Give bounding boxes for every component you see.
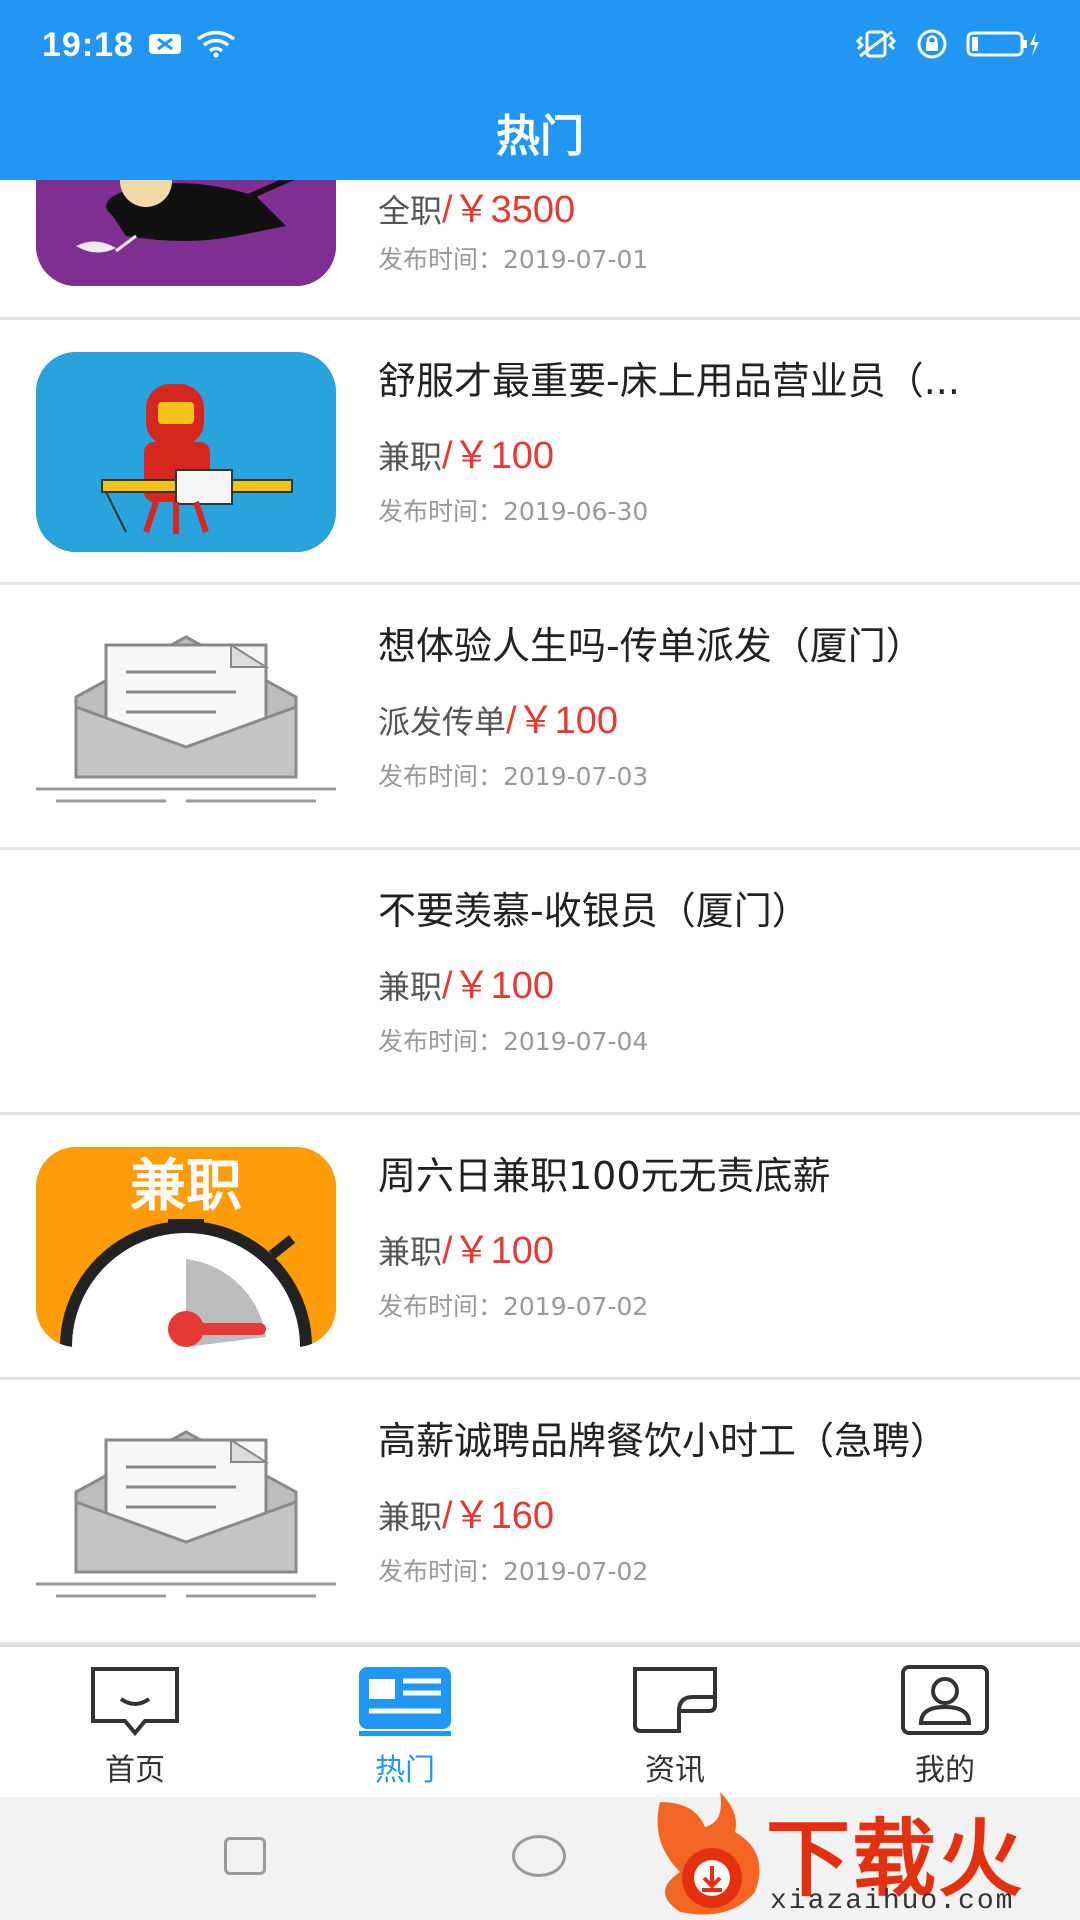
status-bar: 19:18: [0, 0, 1080, 92]
salary-row: 兼职/￥160: [378, 1484, 554, 1539]
job-salary: /￥100: [442, 965, 554, 1007]
info-card-icon: [633, 1667, 717, 1733]
job-publish-time: 发布时间：2019-07-01: [378, 245, 649, 274]
page-title: 热门: [496, 111, 584, 162]
salary-row: 兼职/￥100: [378, 424, 554, 479]
job-thumbnail: [36, 180, 336, 286]
job-title: 舒服才最重要-床上用品营业员（...: [378, 359, 960, 403]
ninja-cartoon-icon: [36, 180, 336, 286]
job-category: 兼职: [378, 968, 443, 1006]
salary-row: 全职/￥3500: [378, 180, 575, 233]
chat-smile-icon: [91, 1667, 179, 1737]
job-title: 想体验人生吗-传单派发（厦门）: [378, 624, 924, 668]
tab-news[interactable]: 资讯: [540, 1647, 810, 1797]
message-notification-icon: [149, 34, 181, 54]
job-salary: /￥160: [442, 1495, 554, 1537]
job-item[interactable]: 高薪诚聘品牌餐饮小时工（急聘） 兼职/￥160 发布时间：2019-07-02: [0, 1380, 1080, 1645]
envelope-letter-icon: [36, 617, 336, 817]
profile-icon: [901, 1665, 989, 1735]
watermark-logo: 下载火 xiazaihuo.com: [640, 1782, 1080, 1920]
job-category: 派发传单: [378, 703, 507, 741]
rotation-lock-icon: [917, 29, 947, 59]
job-publish-time: 发布时间：2019-07-03: [378, 762, 649, 791]
job-publish-time: 发布时间：2019-07-04: [378, 1027, 649, 1056]
salary-row: 兼职/￥100: [378, 954, 554, 1009]
job-list[interactable]: 全职/￥3500 发布时间：2019-07-01 舒服才最重要-床上用品营业员（…: [0, 180, 1080, 1645]
job-publish-time: 发布时间：2019-07-02: [378, 1557, 649, 1586]
job-publish-time: 发布时间：2019-07-02: [378, 1292, 649, 1321]
tab-label: 热门: [375, 1753, 435, 1788]
job-title: 不要羡慕-收银员（厦门）: [378, 889, 810, 933]
watermark-domain: xiazaihuo.com: [770, 1886, 1015, 1917]
job-item[interactable]: 全职/￥3500 发布时间：2019-07-01: [0, 180, 1080, 320]
job-publish-time: 发布时间：2019-06-30: [378, 497, 649, 526]
job-thumbnail: [36, 352, 336, 552]
tab-hot[interactable]: 热门: [270, 1647, 540, 1797]
app-bar: 热门: [0, 92, 1080, 180]
thumb-parttime-text: 兼职: [130, 1154, 242, 1219]
job-thumbnail: [36, 1412, 336, 1612]
job-item[interactable]: 兼职 周六日兼职100元无责底薪 兼职/￥100 发布时间：2019-07-02: [0, 1115, 1080, 1380]
parttime-stopwatch-icon: 兼职: [36, 1147, 336, 1347]
news-card-icon: [359, 1667, 451, 1736]
salary-row: 兼职/￥100: [378, 1219, 554, 1274]
vibrate-icon: [855, 30, 897, 58]
job-category: 兼职: [378, 1233, 443, 1271]
tab-label: 首页: [105, 1753, 165, 1788]
job-title: 周六日兼职100元无责底薪: [378, 1154, 831, 1198]
job-thumbnail: 兼职: [36, 1147, 336, 1347]
job-salary: /￥100: [506, 700, 618, 742]
ironman-cartoon-icon: [36, 352, 336, 552]
job-item[interactable]: 舒服才最重要-床上用品营业员（... 兼职/￥100 发布时间：2019-06-…: [0, 320, 1080, 585]
job-item[interactable]: 想体验人生吗-传单派发（厦门） 派发传单/￥100 发布时间：2019-07-0…: [0, 585, 1080, 850]
tab-mine[interactable]: 我的: [810, 1647, 1080, 1797]
status-time: 19:18: [42, 26, 134, 64]
job-title: 高薪诚聘品牌餐饮小时工（急聘）: [378, 1419, 949, 1463]
wifi-icon: [196, 30, 236, 58]
flame-download-icon: [657, 1792, 760, 1915]
job-category: 全职: [378, 192, 443, 230]
recent-apps-button[interactable]: [224, 1837, 266, 1875]
job-thumbnail: [36, 617, 336, 817]
tab-home[interactable]: 首页: [0, 1647, 270, 1797]
job-salary: /￥3500: [442, 189, 576, 231]
battery-icon: [966, 31, 1039, 57]
bottom-tab-bar: 首页 热门 资讯 我的: [0, 1645, 1080, 1797]
job-salary: /￥100: [442, 1230, 554, 1272]
job-category: 兼职: [378, 438, 443, 476]
job-salary: /￥100: [442, 435, 554, 477]
envelope-letter-icon: [36, 1412, 336, 1612]
home-button[interactable]: [512, 1835, 566, 1877]
salary-row: 派发传单/￥100: [378, 689, 618, 744]
job-item[interactable]: 不要羡慕-收银员（厦门） 兼职/￥100 发布时间：2019-07-04: [0, 850, 1080, 1115]
job-category: 兼职: [378, 1498, 443, 1536]
